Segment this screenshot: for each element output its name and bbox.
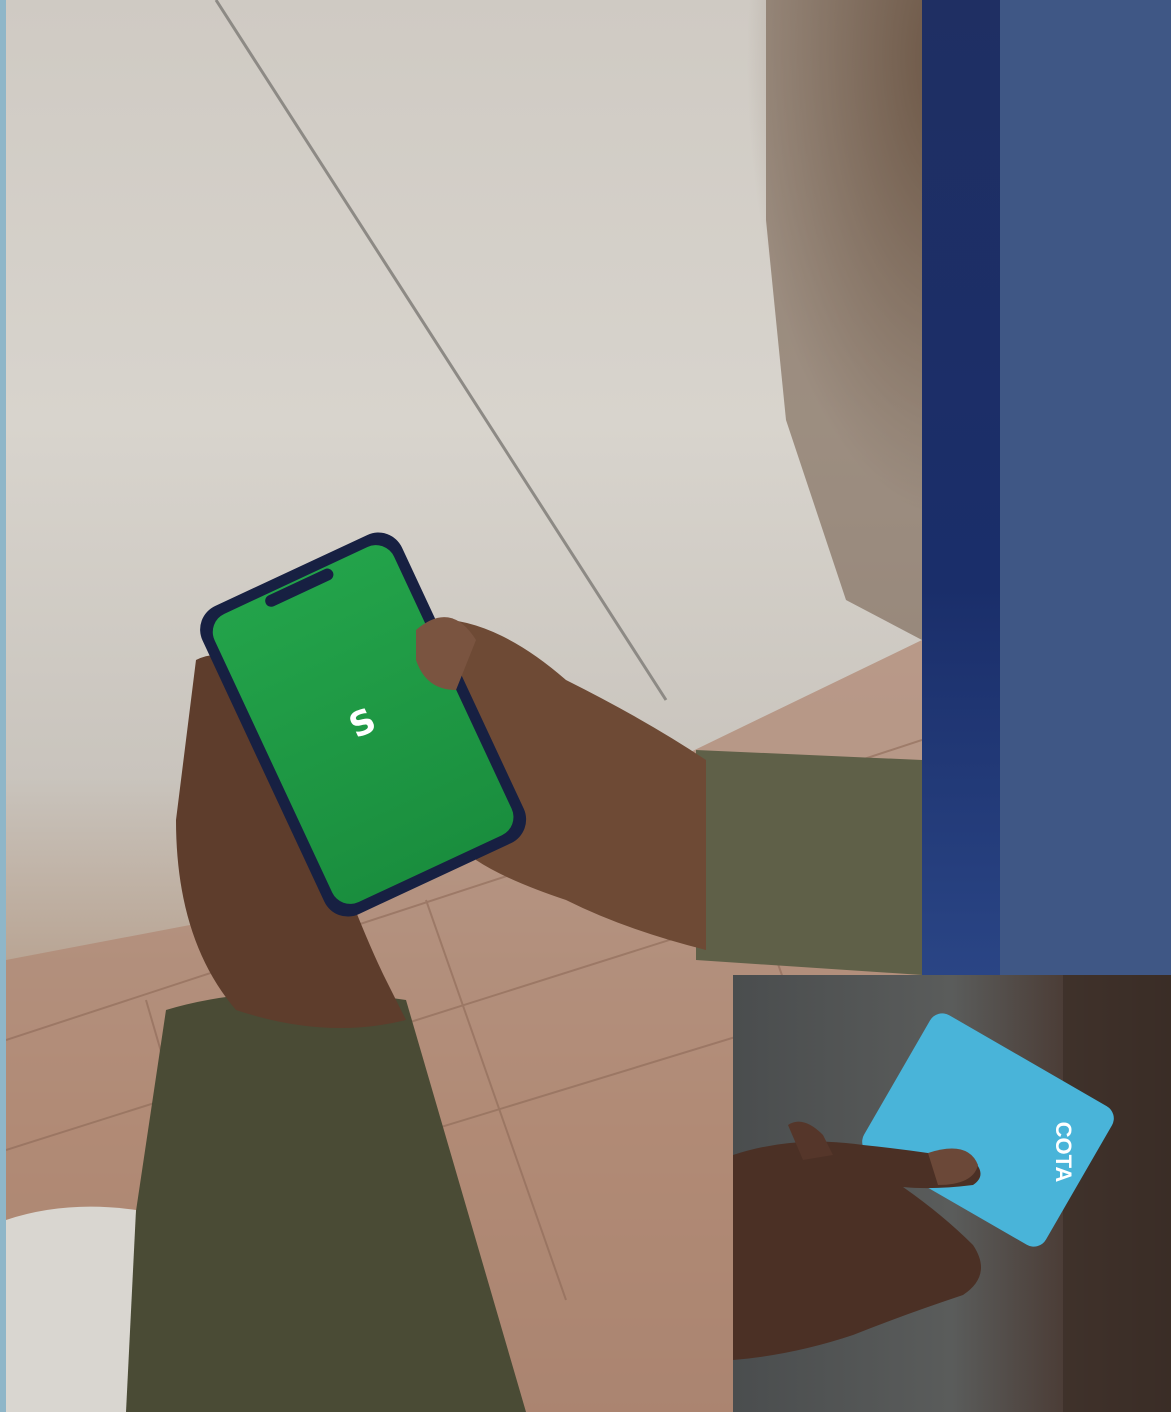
inset-photo-illustration: COTA (733, 975, 1171, 1412)
blurred-background (1063, 975, 1171, 1412)
blue-panel (1000, 0, 1171, 975)
right-sleeve (696, 750, 922, 975)
knee (6, 1206, 136, 1412)
card-brand-text: COTA (1051, 1122, 1076, 1183)
dark-blue-band (922, 0, 1000, 975)
inset-photo: COTA (733, 975, 1171, 1412)
